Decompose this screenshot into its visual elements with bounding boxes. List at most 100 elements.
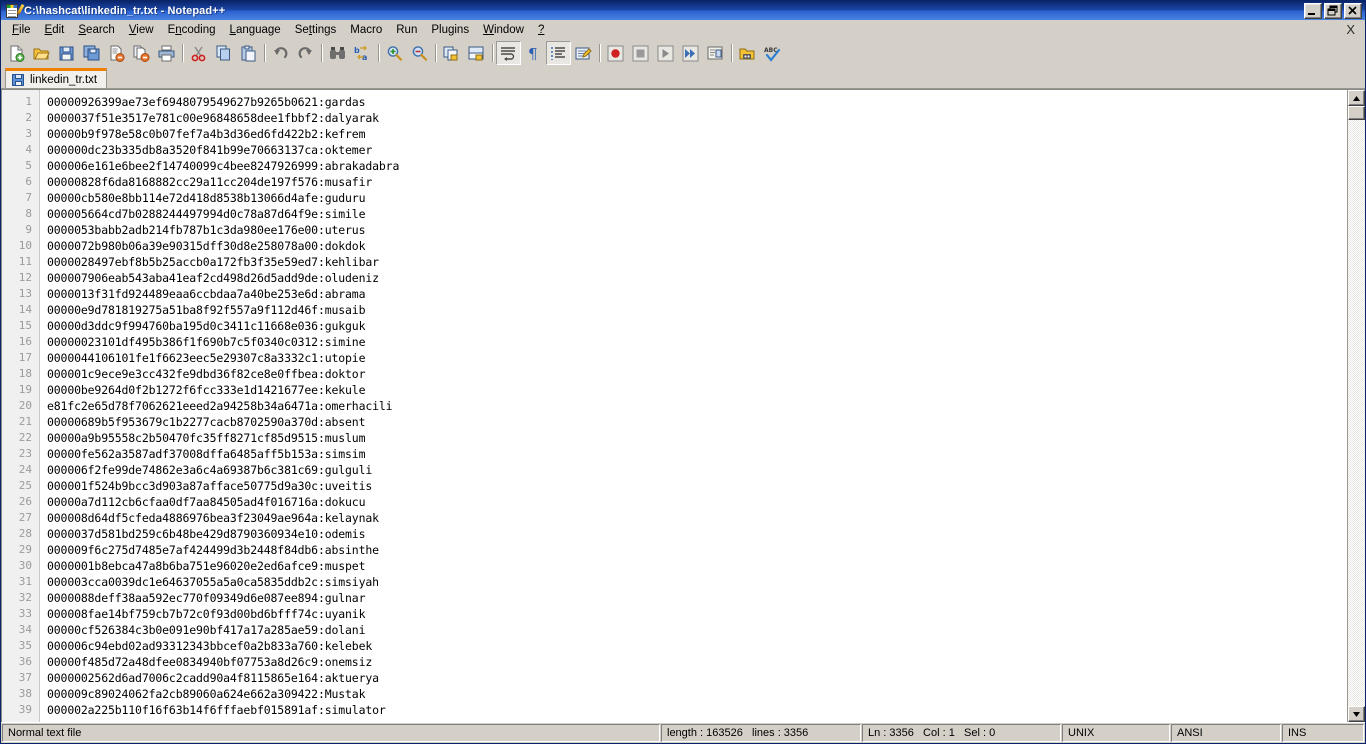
scrollbar-thumb[interactable]: [1348, 106, 1365, 120]
code-line[interactable]: 00000a7d112cb6cfaa0df7aa84505ad4f016716a…: [47, 494, 1347, 510]
indent-guide-icon[interactable]: [546, 41, 571, 65]
copy-icon[interactable]: [211, 41, 236, 65]
menu-settings[interactable]: Settings: [288, 22, 344, 39]
code-line[interactable]: 000008fae14bf759cb7b72c0f93d00bd6bfff74c…: [47, 606, 1347, 622]
save-icon[interactable]: [54, 41, 79, 65]
code-line[interactable]: 00000926399ae73ef6948079549627b9265b0621…: [47, 94, 1347, 110]
line-number: 8: [25, 207, 32, 220]
line-number: 39: [18, 703, 32, 716]
find-icon[interactable]: [325, 41, 350, 65]
code-line[interactable]: 000009f6c275d7485e7af424499d3b2448f84db6…: [47, 542, 1347, 558]
menu-help[interactable]: ?: [531, 22, 551, 39]
code-line[interactable]: 00000023101df495b386f1f690b7c5f0340c0312…: [47, 334, 1347, 350]
code-line[interactable]: 000005664cd7b0288244497994d0c78a87d64f9e…: [47, 206, 1347, 222]
line-number: 29: [18, 543, 32, 556]
code-line[interactable]: 000009c89024062fa2cb89060a624e662a309422…: [47, 686, 1347, 702]
code-line[interactable]: 0000044106101fe1f6623eec5e29307c8a3332c1…: [47, 350, 1347, 366]
restore-button[interactable]: [1324, 3, 1342, 19]
menu-view[interactable]: View: [122, 22, 161, 39]
menu-file[interactable]: File: [5, 22, 38, 39]
code-line[interactable]: 00000a9b95558c2b50470fc35ff8271cf85d9515…: [47, 430, 1347, 446]
code-line[interactable]: 0000001b8ebca47a8b6ba751e96020e2ed6afce9…: [47, 558, 1347, 574]
print-icon[interactable]: [154, 41, 179, 65]
scroll-up-arrow-icon[interactable]: [1348, 90, 1365, 106]
close-all-files-icon[interactable]: [129, 41, 154, 65]
menu-encoding[interactable]: Encoding: [161, 22, 223, 39]
stop-macro-icon[interactable]: [628, 41, 653, 65]
line-number-gutter: 1 2 3 4 5 6 7 8 9 10 11 12 13 14 15 16 17 18 19 20 21 22 23 24 2…: [2, 90, 40, 722]
code-line[interactable]: 00000b9f978e58c0b07fef7a4b3d36ed6fd422b2…: [47, 126, 1347, 142]
line-number: 24: [18, 463, 32, 476]
code-line[interactable]: 000007906eab543aba41eaf2cd498d26d5add9de…: [47, 270, 1347, 286]
document-close-button[interactable]: X: [1346, 22, 1355, 37]
code-line[interactable]: 0000088deff38aa592ec770f09349d6e087ee894…: [47, 590, 1347, 606]
code-line[interactable]: 00000e9d781819275a51ba8f92f557a9f112d46f…: [47, 302, 1347, 318]
code-line[interactable]: 00000fe562a3587adf37008dffa6485aff5b153a…: [47, 446, 1347, 462]
tab-bar: linkedin_tr.txt: [1, 66, 1365, 89]
notepadpp-window: C:\hashcat\linkedin_tr.txt - Notepad++ F…: [0, 0, 1366, 744]
code-line[interactable]: 0000028497ebf8b5b25accb0a172fb3f35e59ed7…: [47, 254, 1347, 270]
code-line[interactable]: 000002a225b110f16f63b14f6fffaebf015891af…: [47, 702, 1347, 718]
sync-vertical-scroll-icon[interactable]: [439, 41, 464, 65]
word-wrap-icon[interactable]: [496, 41, 521, 65]
open-file-icon[interactable]: [29, 41, 54, 65]
close-button[interactable]: [1344, 3, 1362, 19]
code-line[interactable]: 00000be9264d0f2b1272f6fcc333e1d1421677ee…: [47, 382, 1347, 398]
scrollbar-track[interactable]: [1348, 106, 1365, 706]
code-line[interactable]: 000001f524b9bcc3d903a87afface50775d9a30c…: [47, 478, 1347, 494]
replace-icon[interactable]: b a: [350, 41, 375, 65]
code-line[interactable]: 000006c94ebd02ad93312343bbcef0a2b833a760…: [47, 638, 1347, 654]
code-line[interactable]: 0000037f51e3517e781c00e96848658dee1fbbf2…: [47, 110, 1347, 126]
code-line[interactable]: 000003cca0039dc1e64637055a5a0ca5835ddb2c…: [47, 574, 1347, 590]
user-defined-language-icon[interactable]: [571, 41, 596, 65]
line-number: 37: [18, 671, 32, 684]
tab-linkedin-tr-txt[interactable]: linkedin_tr.txt: [5, 68, 108, 88]
code-line[interactable]: 0000053babb2adb214fb787b1c3da980ee176e00…: [47, 222, 1347, 238]
menu-plugins[interactable]: Plugins: [424, 22, 476, 39]
zoom-in-icon[interactable]: [382, 41, 407, 65]
code-line[interactable]: 000006f2fe99de74862e3a6c4a69387b6c381c69…: [47, 462, 1347, 478]
new-file-icon[interactable]: [4, 41, 29, 65]
cut-icon[interactable]: [186, 41, 211, 65]
code-line[interactable]: 0000013f31fd924489eaa6ccbdaa7a40be253e6d…: [47, 286, 1347, 302]
run-icon[interactable]: [735, 41, 760, 65]
zoom-out-icon[interactable]: [407, 41, 432, 65]
menu-run[interactable]: Run: [389, 22, 424, 39]
code-line[interactable]: 00000cb580e8bb114e72d418d8538b13066d4afe…: [47, 190, 1347, 206]
menu-language[interactable]: Language: [223, 22, 288, 39]
show-all-characters-icon[interactable]: ¶: [521, 41, 546, 65]
scroll-down-arrow-icon[interactable]: [1348, 706, 1365, 722]
code-line[interactable]: 0000072b980b06a39e90315dff30d8e258078a00…: [47, 238, 1347, 254]
spell-check-icon[interactable]: ABC: [760, 41, 785, 65]
code-line[interactable]: 00000689b5f953679c1b2277cacb8702590a370d…: [47, 414, 1347, 430]
code-line[interactable]: 000008d64df5cfeda4886976bea3f23049ae964a…: [47, 510, 1347, 526]
menu-search[interactable]: Search: [71, 22, 121, 39]
redo-icon[interactable]: [293, 41, 318, 65]
close-file-icon[interactable]: [104, 41, 129, 65]
code-line[interactable]: 00000cf526384c3b0e091e90bf417a17a285ae59…: [47, 622, 1347, 638]
code-line[interactable]: 000006e161e6bee2f14740099c4bee8247926999…: [47, 158, 1347, 174]
play-macro-icon[interactable]: [653, 41, 678, 65]
menu-macro[interactable]: Macro: [343, 22, 389, 39]
paste-icon[interactable]: [236, 41, 261, 65]
vertical-scrollbar[interactable]: [1347, 90, 1365, 722]
minimize-button[interactable]: [1304, 3, 1322, 19]
menu-edit[interactable]: Edit: [38, 22, 72, 39]
menu-window[interactable]: Window: [476, 22, 531, 39]
run-macro-multiple-icon[interactable]: [678, 41, 703, 65]
svg-text:¶: ¶: [528, 45, 538, 62]
code-line[interactable]: e81fc2e65d78f7062621eeed2a94258b34a6471a…: [47, 398, 1347, 414]
text-editor[interactable]: 00000926399ae73ef6948079549627b9265b0621…: [40, 90, 1347, 722]
undo-icon[interactable]: [268, 41, 293, 65]
code-line[interactable]: 000000dc23b335db8a3520f841b99e70663137ca…: [47, 142, 1347, 158]
code-line[interactable]: 00000d3ddc9f994760ba195d0c3411c11668e036…: [47, 318, 1347, 334]
code-line[interactable]: 000001c9ece9e3cc432fe9dbd36f82ce8e0ffbea…: [47, 366, 1347, 382]
code-line[interactable]: 00000828f6da8168882cc29a11cc204de197f576…: [47, 174, 1347, 190]
record-macro-icon[interactable]: [603, 41, 628, 65]
sync-horizontal-scroll-icon[interactable]: [464, 41, 489, 65]
code-line[interactable]: 00000f485d72a48dfee0834940bf07753a8d26c9…: [47, 654, 1347, 670]
code-line[interactable]: 0000037d581bd259c6b48be429d8790360934e10…: [47, 526, 1347, 542]
save-all-icon[interactable]: [79, 41, 104, 65]
code-line[interactable]: 0000002562d6ad7006c2cadd90a4f8115865e164…: [47, 670, 1347, 686]
save-macro-icon[interactable]: [703, 41, 728, 65]
